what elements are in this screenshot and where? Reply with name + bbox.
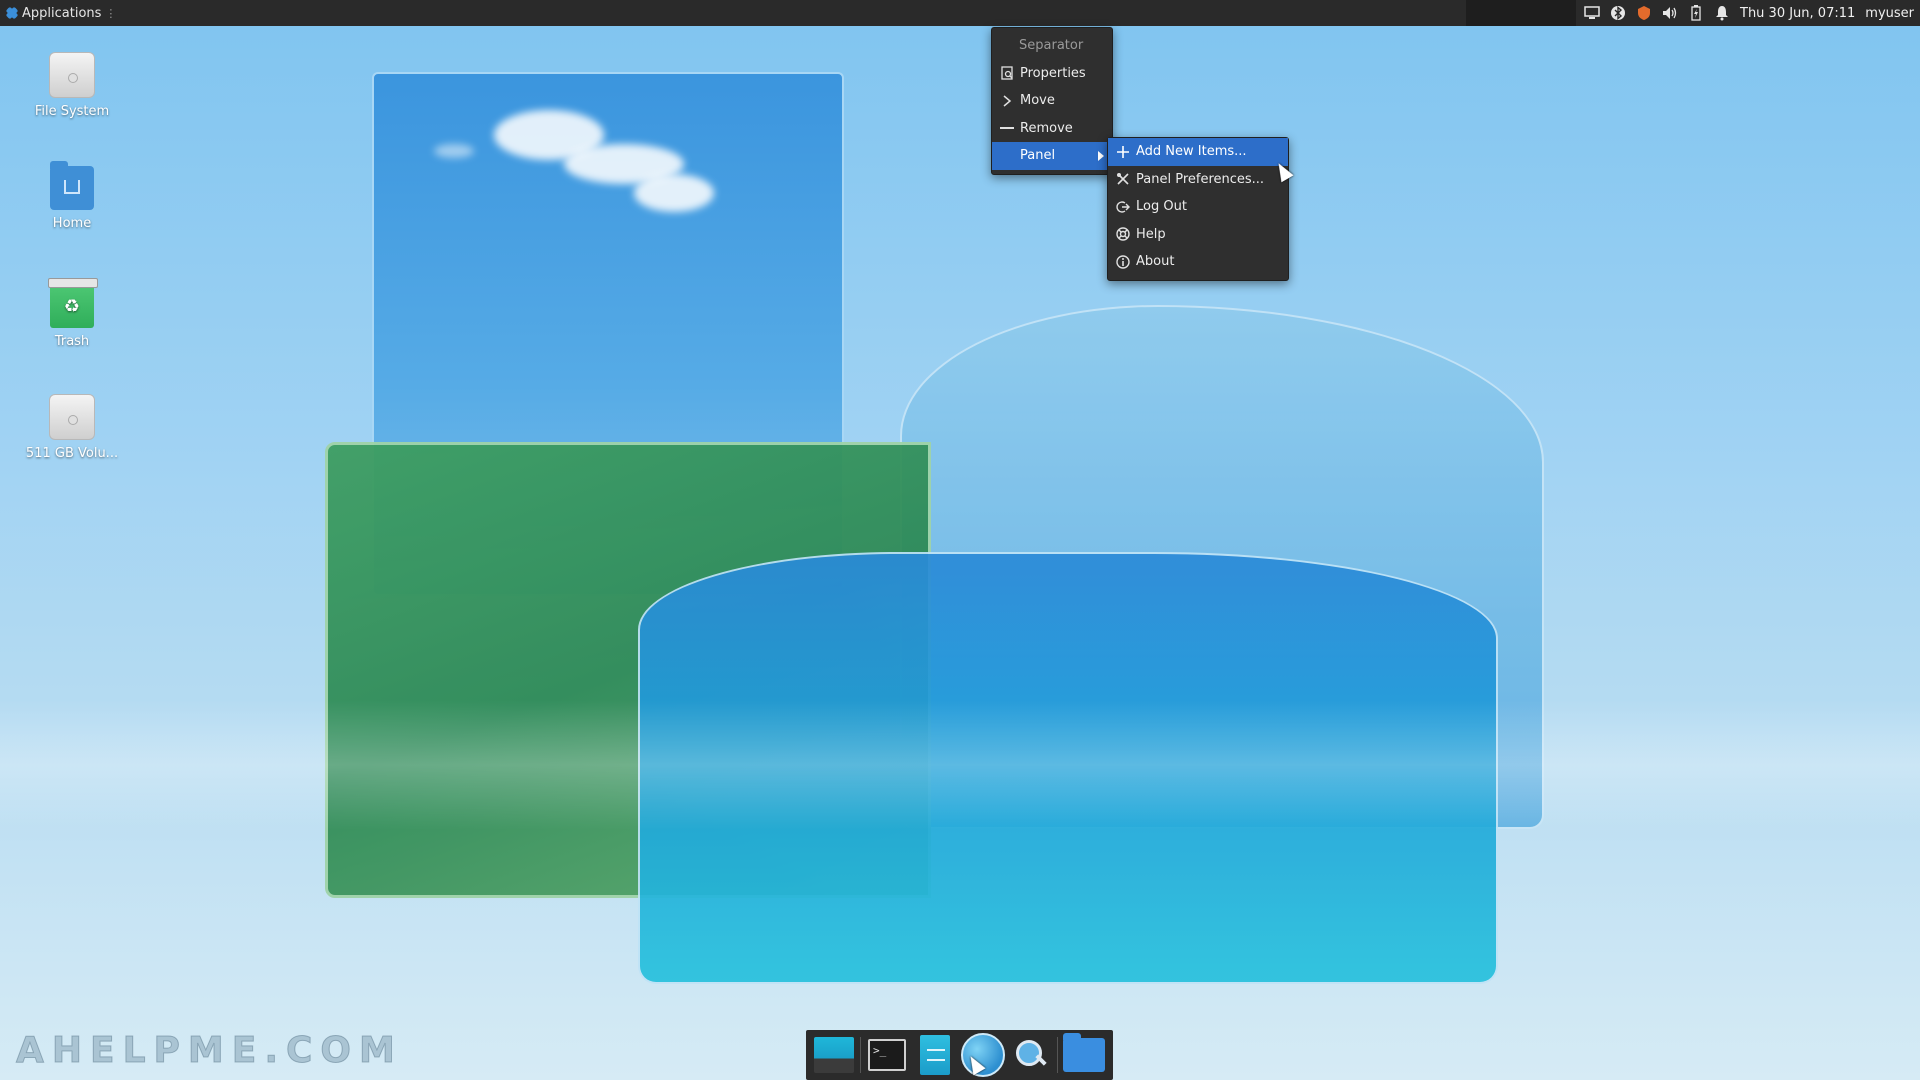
desktop-icon-label: Trash bbox=[54, 334, 90, 349]
dock-show-desktop[interactable] bbox=[812, 1033, 856, 1077]
show-desktop-icon bbox=[814, 1037, 854, 1073]
trash-icon: ♻ bbox=[48, 278, 98, 328]
menu-header-separator: Separator bbox=[1019, 38, 1084, 54]
menu-item-help[interactable]: Help bbox=[1108, 221, 1288, 249]
desktop-icon-volume[interactable]: 511 GB Volu... bbox=[17, 394, 127, 461]
xfce-logo-icon bbox=[6, 7, 18, 19]
chevron-right-icon bbox=[1000, 94, 1014, 108]
volume-icon[interactable] bbox=[1662, 5, 1678, 21]
watermark: AHELPME.COM bbox=[16, 1030, 403, 1072]
menu-item-panel[interactable]: Panel bbox=[992, 142, 1112, 170]
desktop-icon-file-system[interactable]: File System bbox=[17, 52, 127, 119]
menu-item-add-new-items[interactable]: Add New Items... bbox=[1108, 138, 1288, 166]
home-folder-icon bbox=[50, 161, 94, 210]
panel-submenu: Add New Items... Panel Preferences... Lo… bbox=[1107, 137, 1289, 281]
panel-item-context-menu: Separator Properties Move Remove Panel bbox=[991, 27, 1113, 175]
display-icon[interactable] bbox=[1584, 5, 1600, 21]
panel-separator-handle[interactable]: ⋮ bbox=[105, 7, 116, 20]
applications-label: Applications bbox=[22, 5, 102, 21]
dock-web-browser[interactable] bbox=[961, 1033, 1005, 1077]
logout-icon bbox=[1116, 200, 1130, 214]
desktop-wallpaper bbox=[0, 0, 1920, 1080]
folder-icon bbox=[1063, 1033, 1105, 1072]
menu-item-properties[interactable]: Properties bbox=[992, 60, 1112, 88]
drive-icon bbox=[49, 52, 95, 98]
minus-icon bbox=[1000, 121, 1014, 135]
desktop-icon-label: 511 GB Volu... bbox=[25, 446, 119, 461]
menu-item-about[interactable]: About bbox=[1108, 248, 1288, 276]
web-browser-icon bbox=[961, 1033, 1005, 1077]
shield-icon[interactable] bbox=[1636, 5, 1652, 21]
dock-file-manager[interactable] bbox=[913, 1033, 957, 1077]
submenu-arrow-icon bbox=[1098, 151, 1104, 161]
drive-icon bbox=[49, 394, 95, 440]
bluetooth-icon[interactable] bbox=[1610, 5, 1626, 21]
top-panel: Applications ⋮ Thu 30 Jun, 07:11 myuser bbox=[0, 0, 1920, 26]
properties-icon bbox=[1000, 66, 1014, 80]
dock-app-finder[interactable] bbox=[1009, 1033, 1053, 1077]
bell-icon[interactable] bbox=[1714, 5, 1730, 21]
file-manager-icon bbox=[920, 1035, 950, 1075]
panel-workspace-switcher[interactable] bbox=[1466, 0, 1576, 26]
terminal-icon: >_ bbox=[868, 1039, 906, 1071]
desktop-icon-label: Home bbox=[52, 216, 92, 231]
applications-menu-button[interactable]: Applications ⋮ bbox=[0, 0, 122, 26]
menu-item-panel-preferences[interactable]: Panel Preferences... bbox=[1108, 166, 1288, 194]
dock-folder[interactable] bbox=[1062, 1033, 1106, 1077]
menu-item-move[interactable]: Move bbox=[992, 87, 1112, 115]
bottom-dock: >_ bbox=[806, 1030, 1113, 1080]
menu-item-remove[interactable]: Remove bbox=[992, 115, 1112, 143]
clock[interactable]: Thu 30 Jun, 07:11 bbox=[1740, 6, 1855, 21]
tools-icon bbox=[1116, 172, 1130, 186]
system-tray: Thu 30 Jun, 07:11 myuser bbox=[1584, 5, 1920, 21]
help-icon bbox=[1116, 227, 1130, 241]
desktop-icon-home[interactable]: Home bbox=[17, 161, 127, 231]
info-icon bbox=[1116, 255, 1130, 269]
plus-icon bbox=[1116, 145, 1130, 159]
menu-item-log-out[interactable]: Log Out bbox=[1108, 193, 1288, 221]
dock-terminal[interactable]: >_ bbox=[865, 1033, 909, 1077]
desktop-icon-label: File System bbox=[34, 104, 110, 119]
username-label[interactable]: myuser bbox=[1865, 6, 1914, 21]
desktop-icon-trash[interactable]: ♻ Trash bbox=[17, 278, 127, 349]
app-finder-icon bbox=[1014, 1038, 1048, 1072]
battery-icon[interactable] bbox=[1688, 5, 1704, 21]
